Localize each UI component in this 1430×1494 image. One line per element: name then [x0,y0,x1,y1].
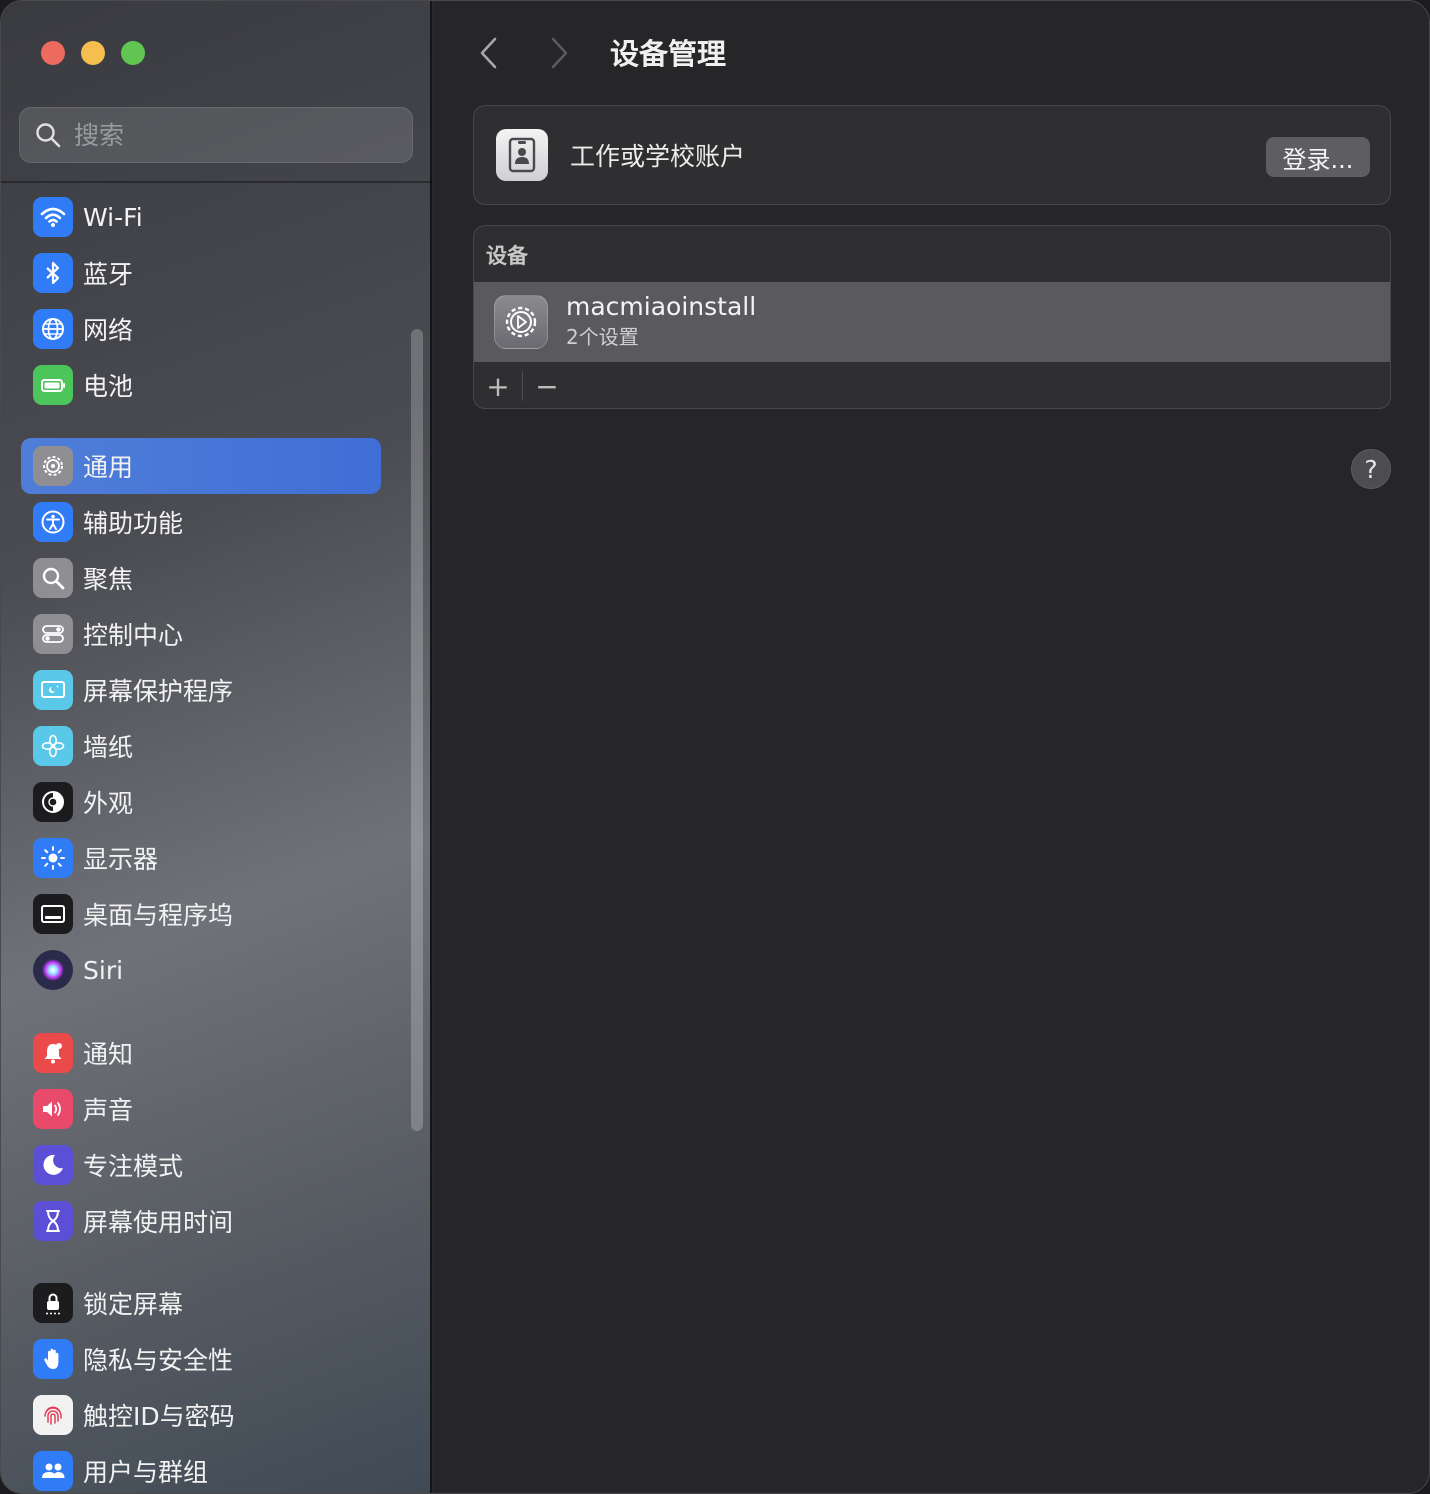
sidebar-item-screensaver[interactable]: 屏幕保护程序 [21,662,381,718]
sidebar-item-label: Wi-Fi [83,202,143,232]
speaker-icon [33,1089,73,1129]
sidebar-item-label: 屏幕保护程序 [83,677,234,706]
sidebar-item-accessibility[interactable]: 辅助功能 [21,494,381,550]
hourglass-icon [33,1201,73,1241]
account-card: 工作或学校账户 登录... [473,105,1391,205]
search-field[interactable] [19,107,413,163]
back-button[interactable] [474,35,504,71]
sidebar-item-sound[interactable]: 声音 [21,1081,381,1137]
sidebar-item-battery[interactable]: 电池 [21,357,381,413]
accessibility-icon [33,502,73,542]
chevron-right-icon [551,37,568,69]
chevron-left-icon [480,37,497,69]
globe-icon [33,309,73,349]
sidebar-item-label: 显示器 [83,845,159,874]
sidebar-item-label: 网络 [83,316,134,345]
sidebar-item-desktop-dock[interactable]: 桌面与程序坞 [21,886,381,942]
sidebar-item-appearance[interactable]: 外观 [21,774,381,830]
sidebar-item-wallpaper[interactable]: 墙纸 [21,718,381,774]
sidebar-item-focus[interactable]: 专注模式 [21,1137,381,1193]
sidebar-item-notifications[interactable]: 通知 [21,1025,381,1081]
device-text: macmiaoinstall 2个设置 [566,292,756,352]
forward-button[interactable] [544,35,574,71]
search-input[interactable] [74,120,374,150]
lock-icon [33,1283,73,1323]
sidebar-item-label: 蓝牙 [83,260,134,289]
gear-icon [33,446,73,486]
spotlight-icon [33,558,73,598]
sidebar-item-label: 电池 [83,372,134,401]
sidebar-item-network[interactable]: 网络 [21,301,381,357]
flower-icon [33,726,73,766]
sun-icon [33,838,73,878]
sidebar-item-label: 触控ID与密码 [83,1402,235,1431]
sidebar-item-users[interactable]: 用户与群组 [21,1443,381,1493]
sidebar-item-wifi[interactable]: Wi-Fi [21,189,381,245]
sidebar-item-label: 通知 [83,1040,134,1069]
settings-gear-icon [494,295,548,349]
sidebar-item-label: 外观 [83,789,134,818]
sidebar-item-control-center[interactable]: 控制中心 [21,606,381,662]
device-subtitle: 2个设置 [566,325,639,349]
sidebar-scrollbar[interactable] [411,329,423,1131]
sidebar-item-spotlight[interactable]: 聚焦 [21,550,381,606]
close-button[interactable] [41,41,65,65]
toggles-icon [33,614,73,654]
appearance-icon [33,782,73,822]
devices-card: 设备 macmiaoinstall 2个设置 + − [473,225,1391,409]
sidebar-item-label: 锁定屏幕 [83,1290,184,1319]
fingerprint-icon [33,1395,73,1435]
sidebar-item-label: 声音 [83,1096,134,1125]
zoom-button[interactable] [121,41,145,65]
remove-device-button[interactable]: − [523,362,571,408]
settings-window: Wi-Fi 蓝牙 网络 电池 [0,0,1430,1494]
sidebar-item-screen-time[interactable]: 屏幕使用时间 [21,1193,381,1249]
help-button[interactable]: ? [1351,449,1391,489]
sidebar-item-label: 控制中心 [83,621,184,650]
device-row[interactable]: macmiaoinstall 2个设置 [474,282,1390,362]
content-pane: 设备管理 工作或学校账户 登录... 设备 macmiaoinstall 2个设… [434,1,1429,1493]
devices-header: 设备 [486,244,528,268]
hand-icon [33,1339,73,1379]
screensaver-icon [33,670,73,710]
sidebar-item-lock-screen[interactable]: 锁定屏幕 [21,1275,381,1331]
id-badge-icon [496,129,548,181]
sidebar-item-label: 通用 [83,453,134,482]
account-label: 工作或学校账户 [570,142,746,171]
devices-toolbar: + − [474,362,1390,408]
sidebar-item-privacy[interactable]: 隐私与安全性 [21,1331,381,1387]
sidebar-item-label: 屏幕使用时间 [83,1208,234,1237]
dock-icon [33,894,73,934]
sidebar: Wi-Fi 蓝牙 网络 电池 [1,1,432,1493]
battery-icon [33,365,73,405]
search-icon [36,123,61,148]
minimize-button[interactable] [81,41,105,65]
bell-icon [33,1033,73,1073]
bluetooth-icon [33,253,73,293]
sidebar-divider [1,181,432,183]
users-icon [33,1451,73,1491]
sidebar-item-touch-id[interactable]: 触控ID与密码 [21,1387,381,1443]
sidebar-item-general[interactable]: 通用 [21,438,381,494]
sidebar-item-label: 用户与群组 [83,1458,209,1487]
moon-icon [33,1145,73,1185]
sidebar-item-label: 桌面与程序坞 [83,901,234,930]
sidebar-item-bluetooth[interactable]: 蓝牙 [21,245,381,301]
sidebar-item-label: 隐私与安全性 [83,1346,234,1375]
sidebar-item-label: 辅助功能 [83,509,184,538]
sidebar-item-label: 专注模式 [83,1152,184,1181]
sidebar-item-label: 聚焦 [83,565,134,594]
device-name: macmiaoinstall [566,292,757,321]
wifi-icon [33,197,73,237]
sidebar-item-label: 墙纸 [83,733,134,762]
sidebar-item-label: Siri [83,955,124,985]
window-controls [41,41,145,65]
login-button[interactable]: 登录... [1266,137,1370,177]
siri-icon [33,950,73,990]
add-device-button[interactable]: + [474,362,522,408]
sidebar-item-siri[interactable]: Siri [21,942,381,998]
sidebar-item-displays[interactable]: 显示器 [21,830,381,886]
page-title: 设备管理 [610,37,727,71]
